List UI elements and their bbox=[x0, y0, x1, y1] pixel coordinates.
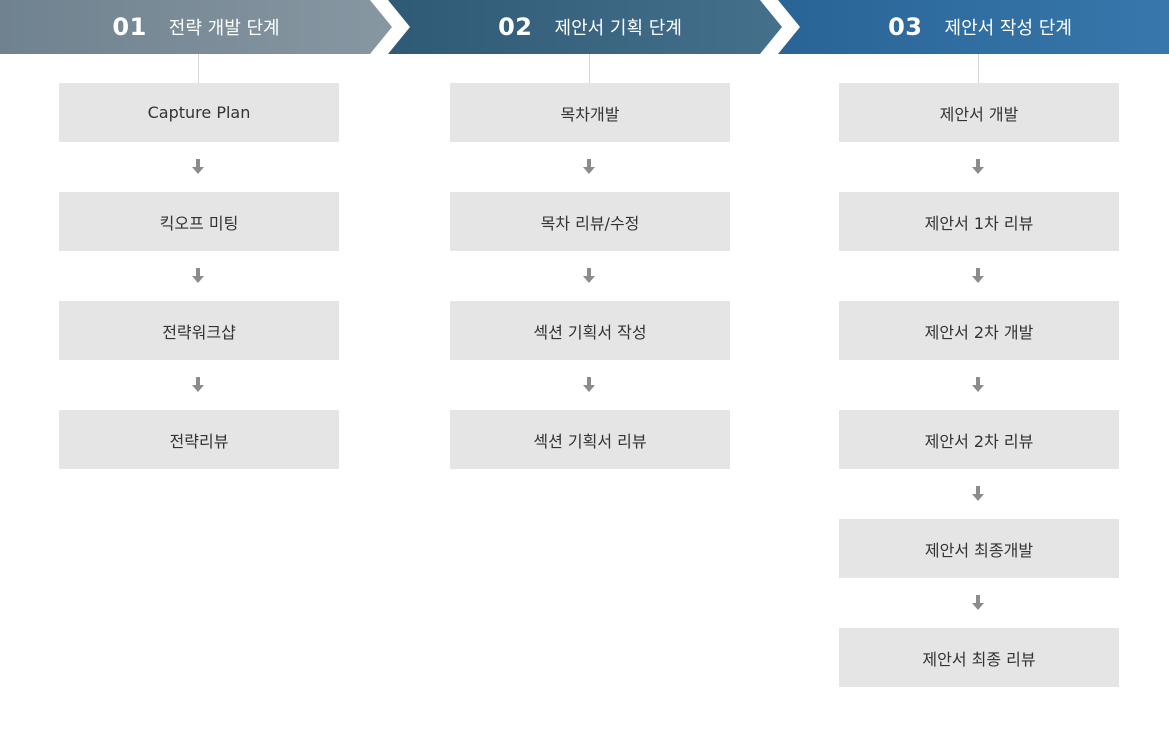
phase-3-steps: 제안서 개발제안서 1차 리뷰제안서 2차 개발제안서 2차 리뷰제안서 최종개… bbox=[839, 83, 1119, 737]
phase-3-number: 03 bbox=[888, 13, 923, 41]
step-box: Capture Plan bbox=[59, 83, 339, 142]
phase-3-connector-line bbox=[978, 54, 979, 83]
step-item: 제안서 2차 리뷰 bbox=[839, 410, 1119, 519]
step-item: 제안서 개발 bbox=[839, 83, 1119, 192]
step-item: 제안서 1차 리뷰 bbox=[839, 192, 1119, 301]
step-item: 목차개발 bbox=[450, 83, 730, 192]
step-box: 전략리뷰 bbox=[59, 410, 339, 469]
step-box: 전략워크샵 bbox=[59, 301, 339, 360]
arrow-down-icon bbox=[972, 159, 984, 174]
phase-2-title: 제안서 기획 단계 bbox=[554, 18, 682, 39]
step-item: 제안서 2차 개발 bbox=[839, 301, 1119, 410]
step-box: 제안서 2차 리뷰 bbox=[839, 410, 1119, 469]
step-item: 제안서 최종개발 bbox=[839, 519, 1119, 628]
phase-3-title: 제안서 작성 단계 bbox=[944, 18, 1072, 39]
step-box: 제안서 최종개발 bbox=[839, 519, 1119, 578]
arrow-down-icon bbox=[972, 377, 984, 392]
phase-2-steps: 목차개발목차 리뷰/수정섹션 기획서 작성섹션 기획서 리뷰 bbox=[450, 83, 730, 519]
step-item: 킥오프 미팅 bbox=[59, 192, 339, 301]
step-box: 제안서 1차 리뷰 bbox=[839, 192, 1119, 251]
phase-1-steps: Capture Plan 킥오프 미팅전략워크샵전략리뷰 bbox=[59, 83, 339, 519]
step-box: 제안서 최종 리뷰 bbox=[839, 628, 1119, 687]
step-box: 목차 리뷰/수정 bbox=[450, 192, 730, 251]
arrow-down-icon bbox=[972, 268, 984, 283]
phase-3-label: 03 제안서 작성 단계 bbox=[790, 0, 1169, 54]
step-box: 킥오프 미팅 bbox=[59, 192, 339, 251]
phase-2-connector-line bbox=[589, 54, 590, 83]
step-item: 섹션 기획서 작성 bbox=[450, 301, 730, 410]
arrow-down-icon bbox=[192, 377, 204, 392]
step-box: 섹션 기획서 리뷰 bbox=[450, 410, 730, 469]
step-item: 제안서 최종 리뷰 bbox=[839, 628, 1119, 737]
step-item: Capture Plan bbox=[59, 83, 339, 192]
arrow-down-icon bbox=[972, 595, 984, 610]
step-item: 전략리뷰 bbox=[59, 410, 339, 519]
arrow-down-icon bbox=[192, 159, 204, 174]
step-box: 제안서 개발 bbox=[839, 83, 1119, 142]
arrow-down-icon bbox=[972, 486, 984, 501]
phase-1-number: 01 bbox=[112, 13, 147, 41]
step-box: 제안서 2차 개발 bbox=[839, 301, 1119, 360]
phase-1-label: 01 전략 개발 단계 bbox=[0, 0, 392, 54]
step-box: 섹션 기획서 작성 bbox=[450, 301, 730, 360]
phase-1-title: 전략 개발 단계 bbox=[168, 18, 280, 39]
step-item: 섹션 기획서 리뷰 bbox=[450, 410, 730, 519]
phase-2-label: 02 제안서 기획 단계 bbox=[400, 0, 780, 54]
arrow-down-icon bbox=[583, 377, 595, 392]
step-item: 전략워크샵 bbox=[59, 301, 339, 410]
phase-2-number: 02 bbox=[498, 13, 533, 41]
arrow-down-icon bbox=[192, 268, 204, 283]
phase-1-connector-line bbox=[198, 54, 199, 83]
arrow-down-icon bbox=[583, 268, 595, 283]
phase-header-bar: 01 전략 개발 단계 02 제안서 기획 단계 03 제안서 작성 단계 bbox=[0, 0, 1169, 54]
step-item: 목차 리뷰/수정 bbox=[450, 192, 730, 301]
arrow-down-icon bbox=[583, 159, 595, 174]
step-box: 목차개발 bbox=[450, 83, 730, 142]
